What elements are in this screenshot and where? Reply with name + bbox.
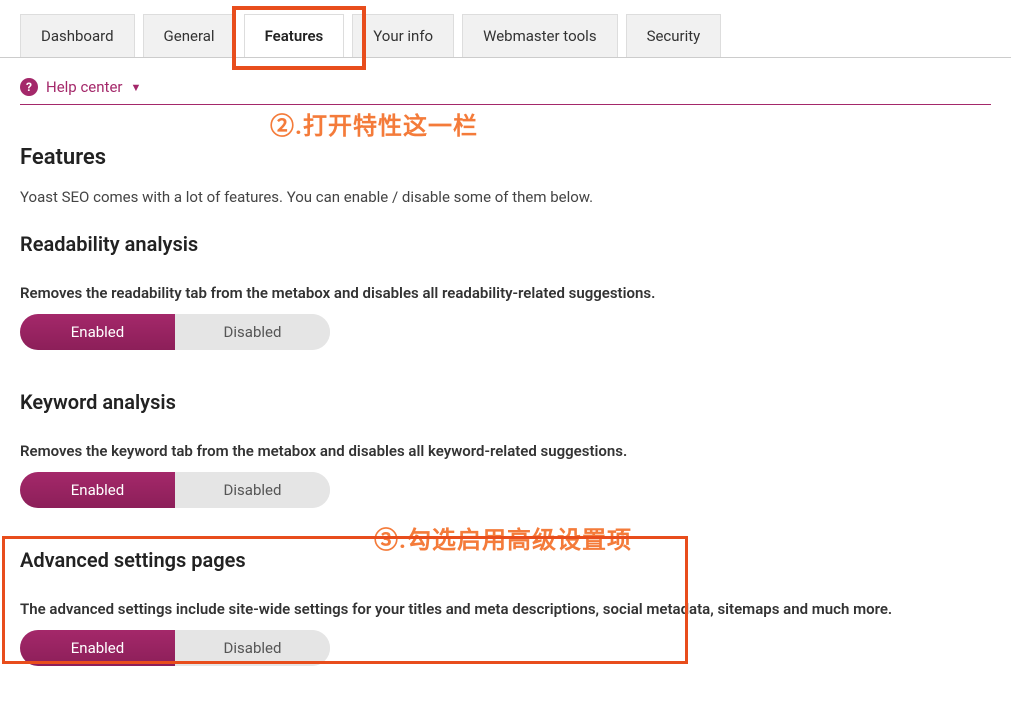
toggle-keyword-enabled[interactable]: Enabled <box>20 472 175 508</box>
page-title: Features <box>20 145 991 170</box>
toggle-readability-disabled[interactable]: Disabled <box>175 314 330 350</box>
toggle-keyword: Enabled Disabled <box>20 472 330 508</box>
help-icon: ? <box>20 78 38 96</box>
toggle-advanced-disabled[interactable]: Disabled <box>175 630 330 666</box>
section-readability-title: Readability analysis <box>20 232 991 256</box>
section-advanced-desc: The advanced settings include site-wide … <box>20 600 991 618</box>
main-content: Features Yoast SEO comes with a lot of f… <box>0 105 1011 666</box>
section-readability: Readability analysis Removes the readabi… <box>20 232 991 350</box>
section-keyword-title: Keyword analysis <box>20 390 991 414</box>
section-keyword: Keyword analysis Removes the keyword tab… <box>20 390 991 508</box>
toggle-keyword-disabled[interactable]: Disabled <box>175 472 330 508</box>
toggle-advanced-enabled[interactable]: Enabled <box>20 630 175 666</box>
toggle-advanced: Enabled Disabled <box>20 630 330 666</box>
annotation-step-3: ③.勾选启用高级设置项 <box>374 520 632 555</box>
toggle-readability-enabled[interactable]: Enabled <box>20 314 175 350</box>
page-intro: Yoast SEO comes with a lot of features. … <box>20 188 991 206</box>
section-advanced: Advanced settings pages The advanced set… <box>20 548 991 666</box>
help-center-bar[interactable]: ? Help center ▼ <box>20 78 991 105</box>
tab-features[interactable]: Features <box>244 14 345 57</box>
caret-down-icon: ▼ <box>130 81 141 94</box>
tab-security[interactable]: Security <box>626 14 722 57</box>
tab-bar: Dashboard General Features Your info Web… <box>0 0 1011 58</box>
tab-general[interactable]: General <box>143 14 236 57</box>
section-keyword-desc: Removes the keyword tab from the metabox… <box>20 442 991 460</box>
toggle-readability: Enabled Disabled <box>20 314 330 350</box>
section-readability-desc: Removes the readability tab from the met… <box>20 284 991 302</box>
tab-webmaster-tools[interactable]: Webmaster tools <box>462 14 617 57</box>
tab-your-info[interactable]: Your info <box>352 14 454 57</box>
help-center-label: Help center <box>46 78 122 96</box>
tab-dashboard[interactable]: Dashboard <box>20 14 135 57</box>
